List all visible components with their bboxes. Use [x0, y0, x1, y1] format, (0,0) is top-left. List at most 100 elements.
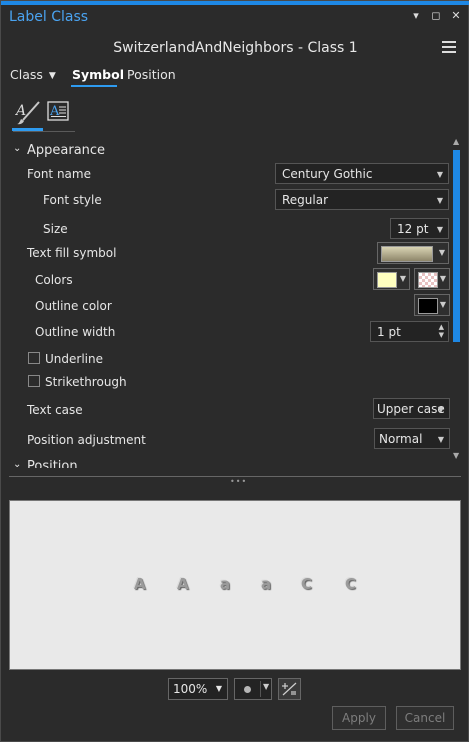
strikethrough-checkbox[interactable] [28, 375, 40, 387]
preview-glyph: a [261, 575, 272, 593]
chevron-down-icon: ▼ [437, 435, 444, 444]
color1-button[interactable]: ▼ [373, 268, 410, 290]
font-name-value: Century Gothic [282, 167, 373, 181]
font-style-value: Regular [282, 193, 329, 207]
position-adjustment-value: Normal [379, 432, 423, 446]
preview-glyph: C [345, 575, 357, 593]
strikethrough-row: Strikethrough [1, 374, 461, 394]
scroll-up-icon[interactable]: ▲ [453, 137, 459, 146]
size-combobox[interactable]: 12 pt ▼ [390, 218, 449, 239]
text-case-dropdown[interactable]: Upper case ▼ [373, 398, 450, 419]
outline-width-label: Outline width [35, 325, 116, 339]
outline-color-button[interactable]: ▼ [414, 294, 450, 316]
chevron-down-icon: ▼ [436, 170, 443, 179]
active-subtab-indicator [12, 128, 43, 131]
position-adjustment-dropdown[interactable]: Normal ▼ [374, 428, 450, 449]
chevron-down-icon: ▼ [215, 684, 222, 693]
underline-label: Underline [45, 352, 103, 366]
chevron-down-icon: ▼ [437, 405, 444, 414]
symbol-properties-scroll-area[interactable]: ⌄ Appearance Font name Century Gothic ▼ … [1, 139, 461, 468]
chevron-down-icon: ⌄ [13, 143, 22, 154]
show-placement-button[interactable] [278, 678, 301, 700]
strikethrough-label: Strikethrough [45, 375, 127, 389]
chevron-down-icon: ▼ [439, 274, 446, 283]
pane-splitter[interactable]: ••• [9, 475, 461, 486]
crosshair-toggle-icon [282, 682, 297, 696]
tab-symbol[interactable]: Symbol [72, 67, 124, 82]
zoom-value: 100% [173, 682, 208, 696]
outline-width-spinner[interactable]: 1 pt ▲ ▼ [370, 321, 449, 342]
text-fill-symbol-label: Text fill symbol [27, 246, 117, 260]
close-icon[interactable]: ✕ [450, 9, 462, 22]
appearance-section-label: Appearance [27, 143, 106, 158]
appearance-section-header[interactable]: ⌄ Appearance [1, 143, 461, 161]
zoom-dropdown[interactable]: 100% ▼ [168, 678, 228, 700]
size-value: 12 pt [397, 222, 429, 236]
hamburger-menu-icon[interactable] [442, 41, 456, 53]
chevron-down-icon: ▼ [263, 682, 270, 691]
grip-icon: ••• [230, 477, 248, 486]
chevron-down-icon: ▼ [438, 248, 445, 257]
outline-color-row: Outline color ▼ [1, 294, 461, 318]
preview-glyph: C [301, 575, 313, 593]
no-color-swatch [418, 272, 438, 288]
size-row: Size 12 pt ▼ [1, 218, 461, 242]
colors-row: Colors ▼ ▼ [1, 268, 461, 292]
text-formatting-icon[interactable]: A [47, 101, 69, 121]
font-style-label: Font style [43, 193, 102, 207]
position-section-header[interactable]: ⌄ Position [1, 459, 461, 468]
text-fill-symbol-row: Text fill symbol ▼ [1, 242, 461, 266]
svg-text:A: A [15, 103, 26, 119]
active-tab-indicator [71, 85, 117, 87]
chevron-down-icon: ▼ [436, 225, 443, 234]
underline-checkbox[interactable] [28, 352, 40, 364]
font-name-label: Font name [27, 167, 91, 181]
outline-color-swatch [418, 298, 438, 314]
tab-class[interactable]: Class ▼ [10, 67, 56, 82]
preview-geometry-button[interactable]: ▼ [234, 678, 272, 700]
text-case-row: Text case Upper case ▼ [1, 398, 461, 422]
chevron-down-icon: ⌄ [13, 459, 22, 468]
text-fill-symbol-button[interactable]: ▼ [377, 242, 449, 264]
divider [260, 681, 261, 697]
size-label: Size [43, 222, 68, 236]
font-name-row: Font name Century Gothic ▼ [1, 163, 461, 187]
apply-button[interactable]: Apply [332, 706, 386, 730]
font-style-dropdown[interactable]: Regular ▼ [275, 189, 449, 210]
position-adjustment-label: Position adjustment [27, 433, 146, 447]
outline-color-label: Outline color [35, 299, 112, 313]
text-case-label: Text case [27, 403, 83, 417]
font-name-dropdown[interactable]: Century Gothic ▼ [275, 163, 449, 184]
font-style-row: Font style Regular ▼ [1, 189, 461, 213]
preview-glyph: A [177, 575, 189, 593]
chevron-down-icon: ▼ [399, 274, 406, 283]
class-title: SwitzerlandAndNeighbors - Class 1 [113, 40, 358, 56]
outline-width-row: Outline width 1 pt ▲ ▼ [1, 320, 461, 344]
symbol-subtabs: A A [12, 99, 75, 132]
chevron-down-icon: ▼ [439, 300, 446, 309]
tab-position[interactable]: Position [127, 67, 176, 82]
fill-symbol-swatch [381, 246, 433, 262]
colors-label: Colors [35, 273, 73, 287]
pane-menu-icon[interactable]: ▾ [410, 9, 422, 22]
text-symbol-brush-icon[interactable]: A [15, 101, 41, 125]
chevron-down-icon: ▼ [48, 71, 56, 81]
scrollbar-thumb[interactable] [453, 150, 460, 342]
position-adjustment-row: Position adjustment Normal ▼ [1, 428, 461, 452]
pane-window-controls: ▾ ◻ ✕ [410, 9, 462, 22]
pane-title: Label Class [9, 9, 89, 25]
text-case-value: Upper case [377, 402, 445, 416]
label-class-pane: Label Class ▾ ◻ ✕ SwitzerlandAndNeighbor… [0, 0, 469, 742]
chevron-down-icon: ▼ [436, 196, 443, 205]
color2-button[interactable]: ▼ [414, 268, 450, 290]
scroll-down-icon[interactable]: ▼ [453, 451, 459, 460]
preview-glyph: A [134, 575, 146, 593]
spin-arrows-icon[interactable]: ▲ ▼ [439, 323, 444, 339]
point-icon [244, 686, 251, 693]
color1-swatch [377, 272, 397, 288]
symbol-preview: A A a a C C [9, 500, 461, 670]
outline-width-value: 1 pt [377, 325, 401, 339]
underline-row: Underline [1, 351, 461, 371]
cancel-button[interactable]: Cancel [396, 706, 454, 730]
restore-icon[interactable]: ◻ [430, 9, 442, 22]
